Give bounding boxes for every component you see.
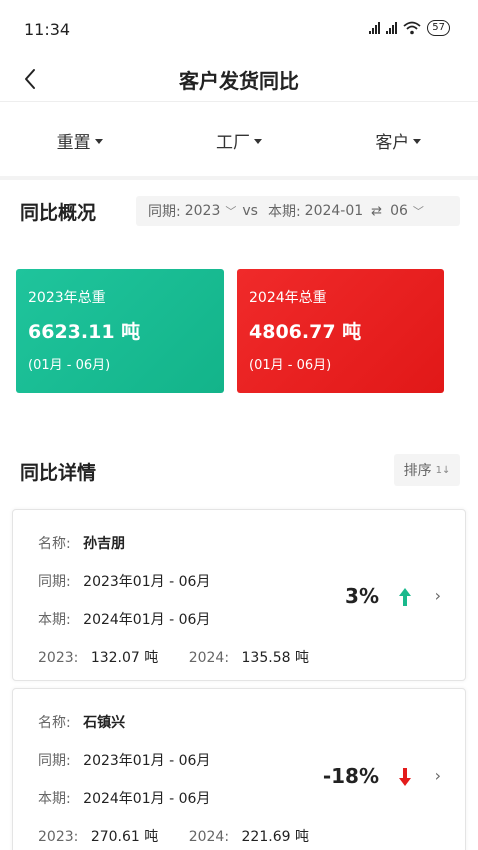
filter-customer-label: 客户 <box>375 132 410 153</box>
record-name-row: 名称: 石镇兴 <box>38 712 125 732</box>
detail-title: 同比详情 <box>20 462 97 484</box>
curr-end-select[interactable]: 06 <box>390 203 408 219</box>
record-card[interactable]: 名称: 孙吉朋 同期: 2023年01月 - 06月 本期: 2024年01月 … <box>12 509 466 681</box>
stat-range: (01月 - 06月) <box>28 358 111 373</box>
stat-card-2024: 2024年总重 4806.77 吨 (01月 - 06月) <box>237 269 444 393</box>
filter-factory-label: 工厂 <box>215 132 250 153</box>
curr-period-label: 本期: <box>267 204 301 220</box>
stat-card-2023: 2023年总重 6623.11 吨 (01月 - 06月) <box>16 269 224 393</box>
period-selector[interactable]: 同期: 2023 ﹀ vs 本期: 2024-01 ⇄ 06 ﹀ <box>136 196 460 226</box>
page-title: 客户发货同比 <box>179 69 299 93</box>
caret-down-icon <box>253 138 262 144</box>
filter-reset-label: 重置 <box>56 132 91 153</box>
prev-range: 2023年01月 - 06月 <box>83 753 211 769</box>
prev-range: 2023年01月 - 06月 <box>83 574 211 590</box>
stat-label: 2024年总重 <box>249 290 327 306</box>
name-label: 名称: <box>38 715 71 731</box>
stat-value: 6623.11 吨 <box>28 321 141 343</box>
stat-range: (01月 - 06月) <box>249 358 332 373</box>
record-curr-row: 本期: 2024年01月 - 06月 <box>38 788 210 808</box>
signal-icon-2 <box>386 22 398 34</box>
sort-order-icon: 1↓ <box>435 464 451 476</box>
arrow-down-icon <box>399 768 411 786</box>
curr-range: 2024年01月 - 06月 <box>83 612 211 628</box>
prev-year-select[interactable]: 2023 <box>185 203 221 219</box>
section-divider <box>0 176 478 180</box>
record-curr-row: 本期: 2024年01月 - 06月 <box>38 609 210 629</box>
y2-label: 2024: <box>188 650 230 666</box>
swap-icon: ⇄ <box>371 203 383 219</box>
record-name: 石镇兴 <box>83 715 126 731</box>
record-prev-row: 同期: 2023年01月 - 06月 <box>38 571 210 591</box>
chevron-down-icon: ﹀ <box>225 205 237 218</box>
y1-label: 2023: <box>38 650 79 666</box>
chevron-down-icon: ﹀ <box>412 205 424 218</box>
prev-period-label: 同期: <box>148 204 181 220</box>
y2-value: 135.58 吨 <box>241 650 309 666</box>
filter-factory[interactable]: 工厂 <box>159 110 318 170</box>
chevron-right-icon[interactable]: › <box>435 766 441 785</box>
record-card[interactable]: 名称: 石镇兴 同期: 2023年01月 - 06月 本期: 2024年01月 … <box>12 688 466 850</box>
prev-label: 同期: <box>38 574 71 590</box>
status-bar: 11:34 57 <box>0 0 478 56</box>
sort-label: 排序 <box>403 463 432 479</box>
chevron-right-icon[interactable]: › <box>435 586 441 605</box>
record-name: 孙吉朋 <box>83 536 126 552</box>
stat-value: 4806.77 吨 <box>249 321 362 343</box>
wifi-icon <box>403 21 421 35</box>
filter-bar: 重置 工厂 客户 <box>0 110 478 170</box>
y1-label: 2023: <box>38 829 79 845</box>
prev-label: 同期: <box>38 753 71 769</box>
vs-label: vs <box>242 203 258 219</box>
signal-icon <box>369 22 381 34</box>
caret-down-icon <box>94 138 103 144</box>
caret-down-icon <box>413 138 422 144</box>
y2-value: 221.69 吨 <box>241 829 309 845</box>
name-label: 名称: <box>38 536 71 552</box>
curr-label: 本期: <box>38 612 71 628</box>
filter-reset[interactable]: 重置 <box>0 110 159 170</box>
y1-value: 270.61 吨 <box>90 829 159 845</box>
curr-range: 2024年01月 - 06月 <box>83 791 211 807</box>
stat-label: 2023年总重 <box>28 290 106 306</box>
filter-customer[interactable]: 客户 <box>319 110 478 170</box>
status-time: 11:34 <box>24 20 71 39</box>
record-weights-row: 2023: 270.61 吨 2024: 221.69 吨 <box>38 826 309 846</box>
y1-value: 132.07 吨 <box>90 650 159 666</box>
change-percent: -18% <box>322 764 379 788</box>
arrow-up-icon <box>399 588 411 606</box>
record-name-row: 名称: 孙吉朋 <box>38 533 125 553</box>
status-icons: 57 <box>369 20 450 36</box>
overview-title: 同比概况 <box>20 202 97 224</box>
record-weights-row: 2023: 132.07 吨 2024: 135.58 吨 <box>38 647 309 667</box>
nav-bar: 客户发货同比 <box>0 56 478 102</box>
curr-label: 本期: <box>38 791 71 807</box>
curr-start-select[interactable]: 2024-01 <box>305 203 364 219</box>
y2-label: 2024: <box>188 829 230 845</box>
change-percent: 3% <box>345 584 379 608</box>
battery-icon: 57 <box>427 20 450 36</box>
sort-button[interactable]: 排序 1↓ <box>394 454 460 486</box>
record-prev-row: 同期: 2023年01月 - 06月 <box>38 750 210 770</box>
